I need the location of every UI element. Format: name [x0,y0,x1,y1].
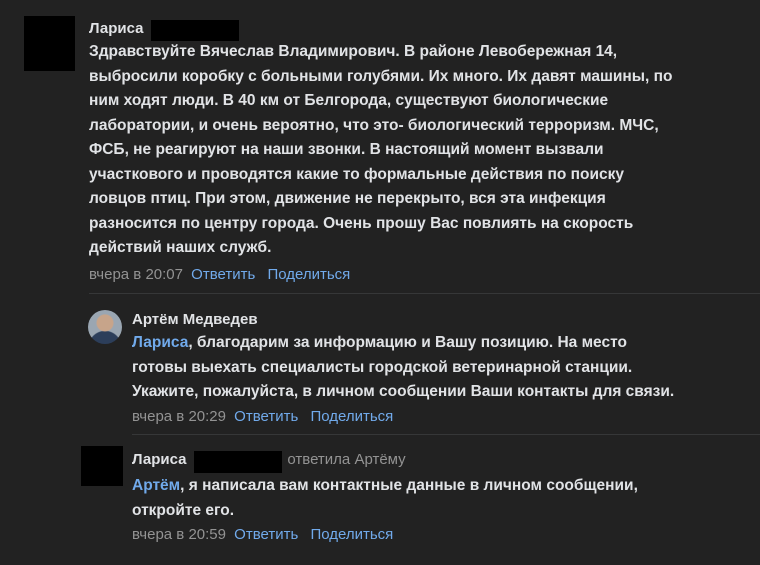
comment-text: Лариса, благодарим за информацию и Вашу … [132,331,752,405]
timestamp[interactable]: вчера в 20:29 [132,408,226,425]
comment-meta: вчера в 20:59 Ответить Поделиться [132,526,393,543]
text-fragment: , благодарим за информацию и Вашу позици… [188,334,627,351]
reply-link[interactable]: Ответить [234,526,298,543]
mention-link[interactable]: Лариса [132,334,188,351]
text-line: участкового и проводятся какие то формал… [89,165,624,183]
text-line: выбросили коробку с больными голубями. И… [89,67,673,85]
comment-author[interactable]: Лариса [89,20,144,37]
text-line: ним ходят люди. В 40 км от Белгорода, су… [89,92,609,109]
comment-3: Лариса ответила Артёму Артём, я написала… [0,434,760,565]
mention-link[interactable]: Артём [132,477,180,494]
text-line: готовы выехать специалисты городской вет… [132,358,633,376]
text-line: лаборатории, и очень вероятно, что это- … [89,116,659,134]
comment-2: Артём Медведев Лариса, благодарим за инф… [0,293,760,434]
text-line: Здравствуйте Вячеслав Владимирович. В ра… [89,43,618,60]
text-line: Лариса, благодарим за информацию и Вашу … [132,331,752,356]
text-fragment: , я написала вам контактные данные в лич… [180,477,638,494]
comment-author[interactable]: Артём Медведев [132,311,258,328]
redacted-surname [150,20,239,41]
text-line: откройте его. [132,501,235,519]
share-link[interactable]: Поделиться [267,266,350,283]
text-line: разносится по центру города. Очень прошу… [89,214,634,232]
replied-to-link[interactable]: ответила Артёму [287,451,405,468]
reply-link[interactable]: Ответить [234,408,298,425]
text-line: ФСБ, не реагируют на наши звонки. В наст… [89,141,604,158]
timestamp[interactable]: вчера в 20:07 [89,266,183,283]
comment-text: Артём, я написала вам контактные данные … [132,474,752,523]
avatar-redacted[interactable] [24,16,75,71]
text-line: ловцов птиц. При этом, движение не перек… [89,190,606,207]
share-link[interactable]: Поделиться [310,526,393,543]
text-line: действий наших служб. [89,239,272,256]
text-line: Укажите, пожалуйста, в личном сообщении … [132,383,675,400]
timestamp[interactable]: вчера в 20:59 [132,526,226,543]
text-line: Артём, я написала вам контактные данные … [132,474,752,499]
avatar-redacted[interactable] [81,446,123,486]
comment-author[interactable]: Лариса [132,451,187,468]
comment-meta: вчера в 20:07 Ответить Поделиться [89,266,350,283]
share-link[interactable]: Поделиться [310,408,393,425]
comment-text: Здравствуйте Вячеслав Владимирович. В ра… [89,40,749,261]
reply-link[interactable]: Ответить [191,266,255,283]
comment-meta: вчера в 20:29 Ответить Поделиться [132,408,393,425]
comment-1: Лариса Здравствуйте Вячеслав Владимирови… [0,0,760,292]
avatar[interactable] [88,310,122,344]
redacted-surname [193,451,282,473]
